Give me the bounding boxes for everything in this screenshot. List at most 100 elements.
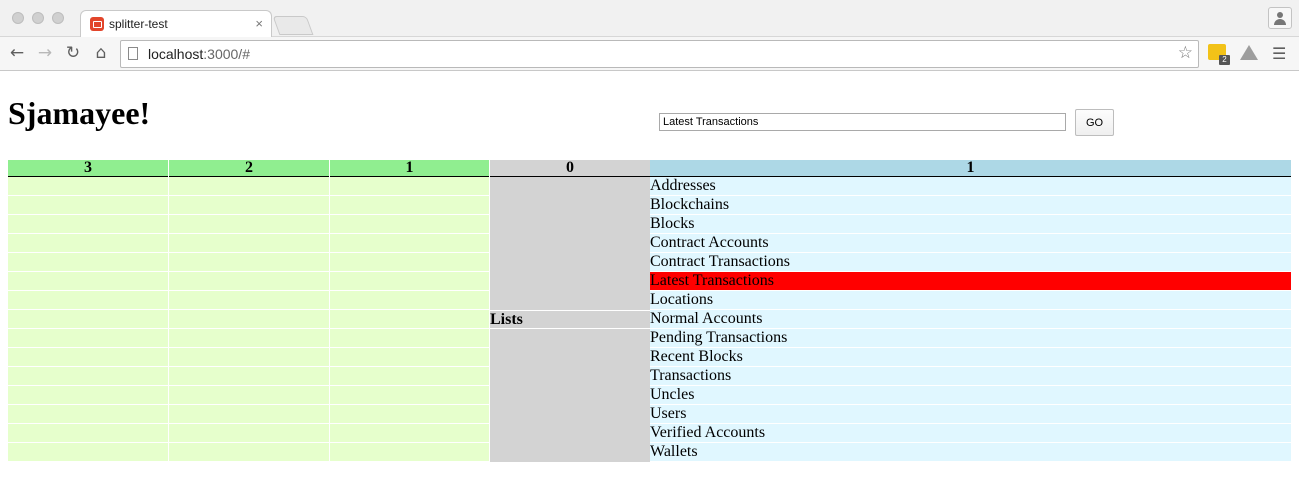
empty-cell [169, 348, 329, 367]
list-item[interactable]: Wallets [650, 443, 1291, 462]
empty-cell [8, 443, 168, 462]
list-item[interactable]: Recent Blocks [650, 348, 1291, 367]
menu-icon[interactable]: ☰ [1272, 44, 1286, 63]
empty-cell [8, 215, 168, 234]
empty-cell [490, 329, 650, 348]
pane-cells [8, 177, 168, 462]
list-item[interactable]: Transactions [650, 367, 1291, 386]
extension-badge: 2 [1219, 55, 1230, 65]
empty-cell [169, 291, 329, 310]
page-title: Sjamayee! [8, 95, 151, 131]
empty-cell [490, 196, 650, 215]
list-item[interactable]: Locations [650, 291, 1291, 310]
empty-cell [490, 291, 650, 310]
profile-icon[interactable] [1268, 7, 1292, 29]
list-item[interactable]: Pending Transactions [650, 329, 1291, 348]
empty-cell [169, 405, 329, 424]
address-bar[interactable]: localhost:3000/# ☆ [120, 40, 1199, 68]
empty-cell [8, 386, 168, 405]
list-item[interactable]: Blocks [650, 215, 1291, 234]
pane-header: 3 [8, 160, 168, 177]
empty-cell [330, 253, 489, 272]
empty-cell [169, 253, 329, 272]
pane-header: 1 [650, 160, 1291, 177]
close-window-button[interactable] [12, 12, 24, 24]
go-button[interactable]: GO [1075, 109, 1114, 136]
list-item[interactable]: Contract Accounts [650, 234, 1291, 253]
empty-cell [330, 196, 489, 215]
list-item[interactable]: Addresses [650, 177, 1291, 196]
pane-header: 0 [490, 160, 650, 177]
empty-cell [330, 367, 489, 386]
splitter-panes: 3 2 1 0 Lists 1 Addresses Blockchains Bloc… [8, 160, 1291, 462]
pane-cells [169, 177, 329, 462]
zoom-window-button[interactable] [52, 12, 64, 24]
empty-cell [490, 272, 650, 291]
empty-cell [330, 310, 489, 329]
tab-close-icon[interactable]: × [255, 16, 263, 31]
empty-cell [330, 215, 489, 234]
empty-cell [330, 291, 489, 310]
empty-cell [330, 177, 489, 196]
list-item-active[interactable]: Latest Transactions [650, 272, 1291, 291]
empty-cell [169, 196, 329, 215]
new-tab-button[interactable] [272, 16, 314, 35]
browser-toolbar: ← → ↻ ⌂ localhost:3000/# ☆ [0, 37, 1299, 71]
list-item[interactable]: Normal Accounts [650, 310, 1291, 329]
empty-cell [330, 443, 489, 462]
list-item[interactable]: Users [650, 405, 1291, 424]
drive-icon[interactable] [1240, 45, 1258, 60]
browser-tab[interactable]: splitter-test × [80, 10, 272, 38]
list: Addresses Blockchains Blocks Contract Accou… [650, 177, 1291, 462]
empty-cell [169, 310, 329, 329]
empty-cell [8, 253, 168, 272]
minimize-window-button[interactable] [32, 12, 44, 24]
empty-cell [330, 272, 489, 291]
empty-cell [490, 424, 650, 443]
list-item[interactable]: Uncles [650, 386, 1291, 405]
empty-cell [490, 367, 650, 386]
list-item[interactable]: Verified Accounts [650, 424, 1291, 443]
empty-cell [8, 291, 168, 310]
forward-arrow-icon[interactable]: → [35, 43, 55, 63]
pane-1-left: 1 [330, 160, 490, 462]
empty-cell [8, 405, 168, 424]
empty-cell [490, 234, 650, 253]
empty-cell [169, 386, 329, 405]
reload-icon[interactable]: ↻ [63, 43, 83, 63]
empty-cell [8, 272, 168, 291]
empty-cell [169, 234, 329, 253]
empty-cell [490, 443, 650, 462]
pane-header: 2 [169, 160, 329, 177]
bookmark-star-icon[interactable]: ☆ [1178, 43, 1193, 63]
empty-cell [490, 386, 650, 405]
pane-cells: Lists [490, 177, 650, 462]
back-arrow-icon[interactable]: ← [7, 43, 27, 63]
empty-cell [330, 329, 489, 348]
empty-cell [8, 310, 168, 329]
empty-cell [8, 367, 168, 386]
empty-cell [8, 348, 168, 367]
pane-cells [330, 177, 489, 462]
favicon-icon [90, 17, 104, 31]
home-icon[interactable]: ⌂ [91, 43, 111, 63]
page-icon [128, 47, 138, 60]
empty-cell [490, 215, 650, 234]
empty-cell [169, 272, 329, 291]
empty-cell [490, 177, 650, 196]
search-input[interactable] [659, 113, 1066, 131]
empty-cell [330, 348, 489, 367]
selected-list-label[interactable]: Lists [490, 310, 650, 329]
tab-title: splitter-test [109, 17, 168, 31]
empty-cell [330, 424, 489, 443]
list-item[interactable]: Blockchains [650, 196, 1291, 215]
browser-titlebar: splitter-test × [0, 0, 1299, 38]
empty-cell [8, 177, 168, 196]
url-text[interactable]: localhost:3000/# [148, 46, 250, 62]
empty-cell [169, 424, 329, 443]
list-item[interactable]: Contract Transactions [650, 253, 1291, 272]
empty-cell [169, 329, 329, 348]
empty-cell [169, 367, 329, 386]
pane-3: 3 [8, 160, 169, 462]
pane-2: 2 [169, 160, 330, 462]
